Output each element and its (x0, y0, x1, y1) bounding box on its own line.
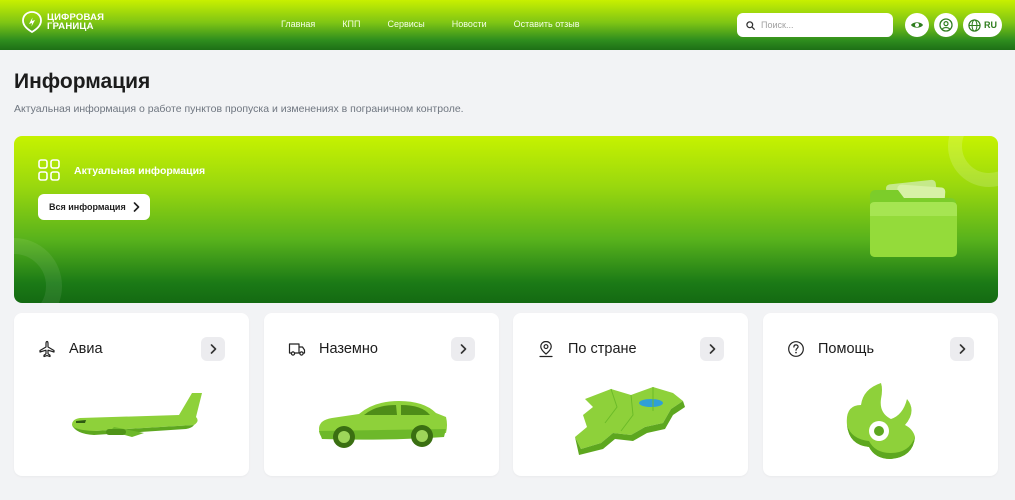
search-box[interactable] (737, 13, 893, 37)
card-arrow-button[interactable] (700, 337, 724, 361)
nav-home[interactable]: Главная (281, 19, 315, 29)
card-title: Авиа (69, 341, 103, 357)
help-icon (788, 341, 804, 357)
chevron-right-icon (460, 344, 466, 354)
car-illustration (319, 401, 447, 448)
nav-services[interactable]: Сервисы (387, 19, 424, 29)
card-ground[interactable]: Наземно (264, 313, 499, 476)
globe-icon (968, 18, 981, 32)
card-country[interactable]: По стране (513, 313, 748, 476)
language-button[interactable]: RU (963, 13, 1002, 37)
page-title: Информация (14, 70, 151, 93)
plane-icon (39, 340, 55, 358)
card-title: Наземно (319, 341, 378, 357)
grid-icon (38, 159, 60, 181)
map-pin-icon (539, 340, 553, 358)
banner-decoration (14, 136, 998, 303)
chevron-right-icon (133, 202, 140, 212)
card-arrow-button[interactable] (201, 337, 225, 361)
logo[interactable]: ЦИФРОВАЯ ГРАНИЦА (22, 11, 104, 33)
card-avia[interactable]: Авиа (14, 313, 249, 476)
accessibility-button[interactable] (905, 13, 929, 37)
card-help[interactable]: Помощь (763, 313, 998, 476)
eye-icon (911, 22, 923, 28)
card-arrow-button[interactable] (451, 337, 475, 361)
card-title: По стране (568, 341, 637, 357)
nav-feedback[interactable]: Оставить отзыв (514, 19, 580, 29)
folder-illustration (870, 179, 957, 257)
language-label: RU (984, 20, 997, 30)
help-logo-illustration (846, 383, 915, 459)
logo-icon (22, 11, 42, 33)
chevron-right-icon (959, 344, 965, 354)
search-input[interactable] (761, 20, 881, 30)
chevron-right-icon (709, 344, 715, 354)
logo-line2: ГРАНИЦА (47, 21, 94, 32)
card-arrow-button[interactable] (950, 337, 974, 361)
profile-button[interactable] (934, 13, 958, 37)
info-banner: Актуальная информация Вся информация (14, 136, 998, 303)
all-info-label: Вся информация (49, 202, 126, 212)
truck-icon (288, 343, 306, 356)
search-icon (746, 20, 755, 30)
all-info-button[interactable]: Вся информация (38, 194, 150, 220)
user-icon (939, 18, 953, 32)
main-nav: Главная КПП Сервисы Новости Оставить отз… (281, 19, 607, 29)
page-subtitle: Актуальная информация о работе пунктов п… (14, 103, 464, 115)
card-title: Помощь (818, 341, 875, 357)
nav-news[interactable]: Новости (452, 19, 487, 29)
chevron-right-icon (210, 344, 216, 354)
country-map-illustration (575, 387, 685, 455)
airplane-illustration (72, 393, 202, 437)
nav-kpp[interactable]: КПП (342, 19, 360, 29)
top-header: ЦИФРОВАЯ ГРАНИЦА Главная КПП Сервисы Нов… (0, 0, 1015, 50)
banner-title: Актуальная информация (74, 165, 206, 177)
